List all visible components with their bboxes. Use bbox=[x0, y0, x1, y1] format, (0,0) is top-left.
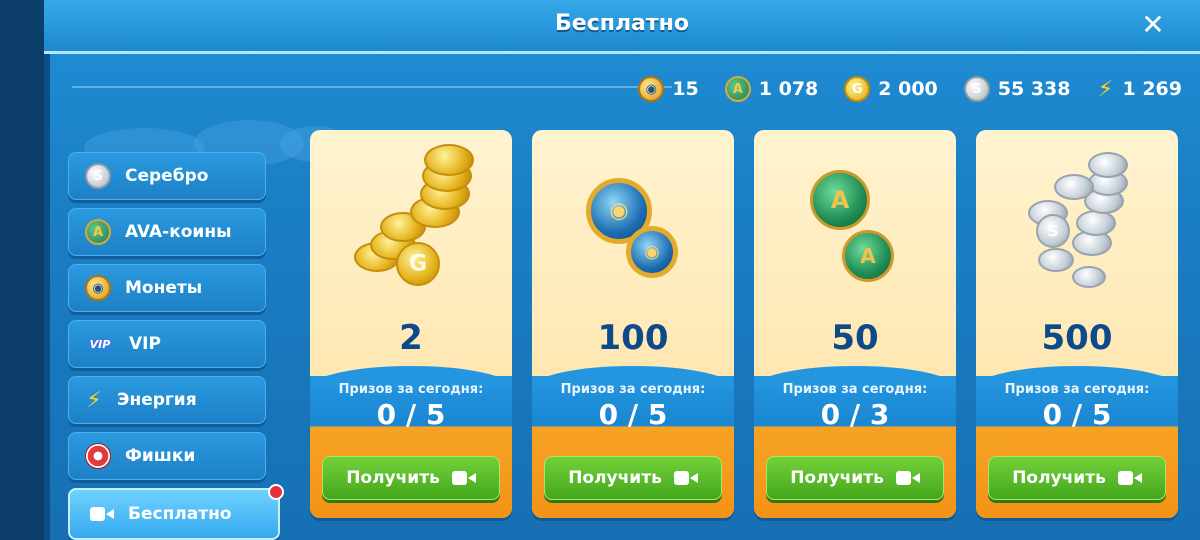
silver-coin-icon: S bbox=[85, 163, 111, 189]
prizes-count: 0 / 5 bbox=[1042, 398, 1112, 431]
sidebar-item-label: Энергия bbox=[117, 390, 197, 410]
video-camera-icon bbox=[451, 471, 476, 485]
silver-coin-icon bbox=[1038, 248, 1074, 272]
reward-card-silver: S 500 Призов за сегодня: 0 / 5 Получить bbox=[976, 130, 1178, 518]
silver-coin-icon: S bbox=[963, 76, 990, 102]
sidebar-item-free[interactable]: Бесплатно bbox=[68, 484, 284, 540]
title-bar: Бесплатно ✕ bbox=[44, 0, 1200, 54]
prizes-count: 0 / 5 bbox=[598, 398, 668, 431]
get-reward-button[interactable]: Получить bbox=[322, 456, 500, 500]
get-reward-button[interactable]: Получить bbox=[766, 456, 944, 500]
reward-amount: 500 bbox=[1041, 318, 1113, 358]
sidebar-item-label: Монеты bbox=[125, 278, 203, 298]
energy-bolt-icon: ⚡ bbox=[1097, 76, 1114, 102]
ava-coin-icon: A bbox=[810, 170, 870, 230]
sidebar-item-vip[interactable]: VIP VIP bbox=[68, 320, 266, 368]
ava-coins-illustration: A A bbox=[754, 130, 956, 310]
video-camera-icon bbox=[90, 507, 114, 521]
get-button-label: Получить bbox=[1012, 468, 1106, 488]
gold-coins-illustration: G bbox=[310, 130, 512, 310]
sidebar-item-label: Бесплатно bbox=[128, 504, 232, 524]
video-camera-icon bbox=[895, 471, 920, 485]
ava-coin-icon: A bbox=[724, 76, 751, 102]
notification-dot bbox=[268, 484, 284, 500]
prizes-count: 0 / 5 bbox=[376, 398, 446, 431]
page-title: Бесплатно bbox=[555, 11, 689, 36]
video-camera-icon bbox=[673, 471, 698, 485]
close-button[interactable]: ✕ bbox=[1136, 9, 1170, 43]
sidebar-item-silver[interactable]: S Серебро bbox=[68, 152, 266, 200]
prizes-panel: Призов за сегодня: 0 / 3 Получить bbox=[754, 366, 956, 518]
reward-amount: 50 bbox=[831, 318, 879, 358]
prizes-label: Призов за сегодня: bbox=[782, 382, 928, 397]
currency-energy[interactable]: ⚡ 1 269 bbox=[1097, 76, 1183, 102]
currency-value: 1 269 bbox=[1122, 78, 1183, 100]
reward-amount: 2 bbox=[399, 318, 423, 358]
silver-coin-icon bbox=[1054, 174, 1094, 200]
category-sidebar: S Серебро A AVA-коины ◉ Монеты VIP VIP ⚡… bbox=[68, 152, 284, 540]
silver-coin-icon bbox=[1076, 210, 1116, 236]
gold-coin-icon bbox=[424, 144, 474, 176]
get-reward-button[interactable]: Получить bbox=[544, 456, 722, 500]
currency-bar: ◉ 15 A 1 078 G 2 000 S 55 338 ⚡ 1 269 bbox=[638, 74, 1182, 104]
eye-coin-icon: ◉ bbox=[638, 76, 665, 102]
sidebar-item-label: Серебро bbox=[125, 166, 209, 186]
currency-silver-coins[interactable]: S 55 338 bbox=[963, 76, 1071, 102]
get-button-label: Получить bbox=[568, 468, 662, 488]
currency-value: 1 078 bbox=[758, 78, 819, 100]
reward-card-gold: G 2 Призов за сегодня: 0 / 5 Получить bbox=[310, 130, 512, 518]
ava-coin-icon: A bbox=[85, 219, 111, 245]
prizes-panel: Призов за сегодня: 0 / 5 Получить bbox=[310, 366, 512, 518]
prizes-panel: Призов за сегодня: 0 / 5 Получить bbox=[976, 366, 1178, 518]
gold-coin-icon: G bbox=[396, 242, 440, 286]
sidebar-item-coins[interactable]: ◉ Монеты bbox=[68, 264, 266, 312]
gold-coin-icon: G bbox=[844, 76, 871, 102]
eye-coin-icon: ◉ bbox=[626, 226, 678, 278]
silver-coin-icon bbox=[1088, 152, 1128, 178]
currency-value: 2 000 bbox=[878, 78, 938, 100]
header-divider bbox=[72, 86, 672, 88]
get-button-label: Получить bbox=[346, 468, 440, 488]
prizes-count: 0 / 3 bbox=[820, 398, 890, 431]
sidebar-item-label: VIP bbox=[129, 334, 161, 354]
currency-ava-coins[interactable]: A 1 078 bbox=[724, 76, 819, 102]
get-reward-button[interactable]: Получить bbox=[988, 456, 1166, 500]
prizes-label: Призов за сегодня: bbox=[338, 382, 484, 397]
free-rewards-window: Бесплатно ✕ ◉ 15 A 1 078 G 2 000 S 55 33… bbox=[44, 0, 1200, 540]
get-button-label: Получить bbox=[790, 468, 884, 488]
prizes-panel: Призов за сегодня: 0 / 5 Получить bbox=[532, 366, 734, 518]
prizes-label: Призов за сегодня: bbox=[560, 382, 706, 397]
sidebar-item-chips[interactable]: Фишки bbox=[68, 432, 266, 480]
reward-amount: 100 bbox=[597, 318, 669, 358]
reward-card-eye-coins: ◉ ◉ 100 Призов за сегодня: 0 / 5 Получит… bbox=[532, 130, 734, 518]
eye-coin-icon: ◉ bbox=[85, 275, 111, 301]
silver-coin-icon: S bbox=[1036, 214, 1070, 248]
eye-coins-illustration: ◉ ◉ bbox=[532, 130, 734, 310]
ava-coin-icon: A bbox=[842, 230, 894, 282]
silver-coins-illustration: S bbox=[976, 130, 1178, 310]
currency-gold-coins[interactable]: G 2 000 bbox=[844, 76, 938, 102]
reward-card-ava-coins: A A 50 Призов за сегодня: 0 / 3 Получить bbox=[754, 130, 956, 518]
energy-bolt-icon: ⚡ bbox=[86, 387, 102, 413]
sidebar-item-label: Фишки bbox=[125, 446, 196, 466]
poker-chip-icon bbox=[85, 443, 111, 469]
currency-eye-coins[interactable]: ◉ 15 bbox=[638, 76, 699, 102]
silver-coin-icon bbox=[1072, 266, 1106, 288]
currency-value: 55 338 bbox=[997, 78, 1071, 100]
currency-value: 15 bbox=[672, 78, 699, 100]
video-camera-icon bbox=[1117, 471, 1142, 485]
sidebar-item-label: AVA-коины bbox=[125, 222, 232, 242]
sidebar-item-ava-coins[interactable]: A AVA-коины bbox=[68, 208, 266, 256]
sidebar-item-energy[interactable]: ⚡ Энергия bbox=[68, 376, 266, 424]
prizes-label: Призов за сегодня: bbox=[1004, 382, 1150, 397]
vip-icon: VIP bbox=[89, 337, 111, 351]
